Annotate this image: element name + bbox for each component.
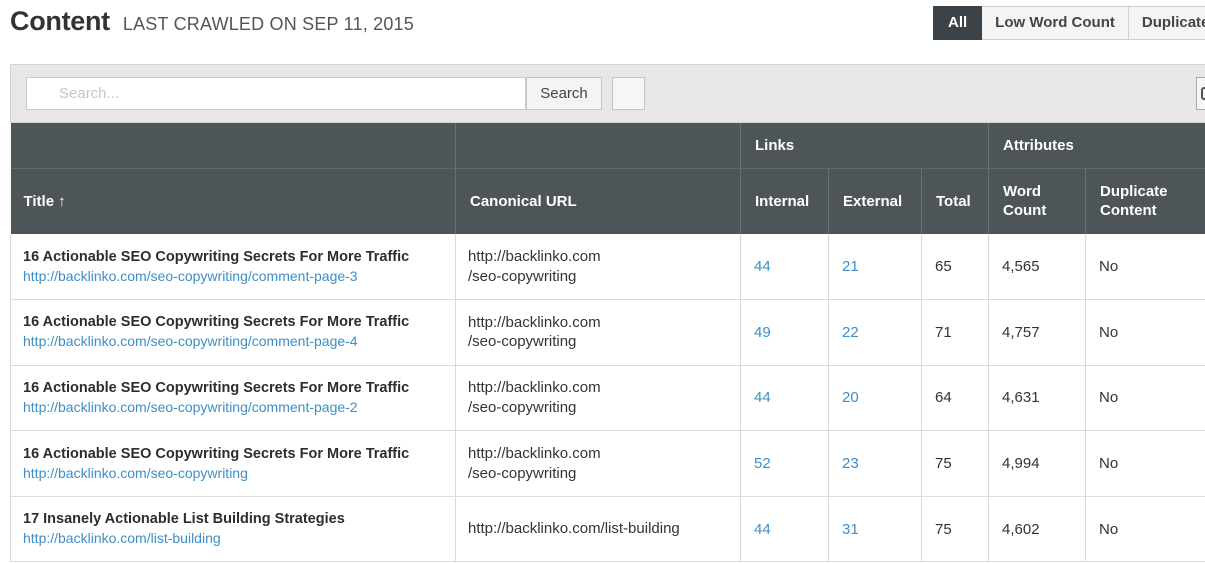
total-links-cell: 65 (921, 234, 989, 301)
total-links-cell: 75 (921, 430, 989, 497)
internal-links-link[interactable]: 44 (754, 389, 771, 406)
table-row: 16 Actionable SEO Copywriting Secrets Fo… (10, 430, 1205, 497)
column-header-title[interactable]: Title ↑ (10, 168, 456, 234)
word-count-cell: 4,994 (988, 430, 1086, 497)
page-title-cell: 16 Actionable SEO Copywriting Secrets Fo… (23, 314, 410, 331)
canonical-url-cell: http://backlinko.com (468, 379, 601, 397)
external-links-link[interactable]: 20 (842, 389, 859, 406)
internal-links-link[interactable]: 49 (754, 324, 771, 341)
table-row: 16 Actionable SEO Copywriting Secrets Fo… (10, 299, 1205, 366)
duplicate-content-cell: No (1085, 365, 1205, 432)
internal-links-link[interactable]: 44 (754, 258, 771, 275)
column-header-internal[interactable]: Internal (740, 168, 829, 234)
export-icon (1201, 87, 1205, 100)
content-table: Links Attributes Title ↑ Canonical URL In… (10, 123, 1205, 563)
page-url-link[interactable]: http://backlinko.com/list-building (23, 529, 455, 548)
page-url-link[interactable]: http://backlinko.com/seo-copywriting/com… (23, 332, 455, 351)
sort-ascending-icon: ↑ (58, 192, 66, 210)
group-header-empty (455, 123, 741, 169)
word-count-cell: 4,631 (988, 365, 1086, 432)
column-header-duplicate-content[interactable]: Duplicate Content (1085, 168, 1205, 234)
last-crawled-label: LAST CRAWLED ON SEP 11, 2015 (122, 14, 414, 34)
filter-tab-all[interactable]: All (933, 6, 983, 40)
page-title-cell: 16 Actionable SEO Copywriting Secrets Fo… (23, 248, 410, 265)
column-title-label: Title (23, 192, 55, 210)
export-button[interactable] (1196, 77, 1205, 110)
canonical-url-cell: /seo-copywriting (468, 267, 577, 285)
word-count-cell: 4,757 (988, 299, 1086, 366)
total-links-cell: 64 (921, 365, 989, 432)
word-count-cell: 4,602 (988, 496, 1086, 563)
group-header-links: Links (740, 123, 989, 169)
page-title-cell: 16 Actionable SEO Copywriting Secrets Fo… (23, 379, 410, 396)
page-url-link[interactable]: http://backlinko.com/seo-copywriting/com… (23, 267, 455, 286)
table-row: 16 Actionable SEO Copywriting Secrets Fo… (10, 365, 1205, 432)
external-links-link[interactable]: 23 (842, 455, 859, 472)
canonical-url-cell: http://backlinko.com (468, 445, 601, 463)
duplicate-content-cell: No (1085, 430, 1205, 497)
filter-tabs: All Low Word Count Duplicate (933, 6, 1205, 40)
internal-links-link[interactable]: 44 (754, 521, 771, 538)
duplicate-content-cell: No (1085, 299, 1205, 366)
total-links-cell: 71 (921, 299, 989, 366)
external-links-link[interactable]: 31 (842, 521, 859, 538)
word-count-cell: 4,565 (988, 234, 1086, 301)
column-header-word-count[interactable]: Word Count (988, 168, 1086, 234)
options-button[interactable] (612, 77, 645, 110)
page-url-link[interactable]: http://backlinko.com/seo-copywriting (23, 464, 455, 483)
search-button[interactable]: Search (526, 77, 602, 110)
page-url-link[interactable]: http://backlinko.com/seo-copywriting/com… (23, 398, 455, 417)
table-row: 17 Insanely Actionable List Building Str… (10, 496, 1205, 563)
canonical-url-cell: http://backlinko.com/list-building (468, 520, 680, 538)
canonical-url-cell: /seo-copywriting (468, 464, 577, 482)
table-toolbar: Search (10, 64, 1205, 123)
filter-tab-low-word-count[interactable]: Low Word Count (982, 6, 1129, 40)
column-header-external[interactable]: External (828, 168, 922, 234)
page-title-cell: 16 Actionable SEO Copywriting Secrets Fo… (23, 445, 410, 462)
group-header-attributes: Attributes (988, 123, 1205, 169)
page-title: Content (10, 6, 110, 36)
search-input[interactable] (26, 77, 526, 110)
canonical-url-cell: http://backlinko.com (468, 313, 601, 331)
total-links-cell: 75 (921, 496, 989, 563)
duplicate-content-cell: No (1085, 234, 1205, 301)
group-header-empty (10, 123, 456, 169)
table-row: 16 Actionable SEO Copywriting Secrets Fo… (10, 234, 1205, 301)
canonical-url-cell: /seo-copywriting (468, 333, 577, 351)
duplicate-content-cell: No (1085, 496, 1205, 563)
filter-tab-duplicate[interactable]: Duplicate (1128, 6, 1205, 40)
external-links-link[interactable]: 21 (842, 258, 859, 275)
canonical-url-cell: /seo-copywriting (468, 398, 577, 416)
internal-links-link[interactable]: 52 (754, 455, 771, 472)
canonical-url-cell: http://backlinko.com (468, 248, 601, 266)
column-header-canonical-url[interactable]: Canonical URL (455, 168, 741, 234)
column-header-total[interactable]: Total (921, 168, 989, 234)
page-title-cell: 17 Insanely Actionable List Building Str… (23, 511, 345, 528)
page-header: Content LAST CRAWLED ON SEP 11, 2015 (10, 6, 414, 42)
external-links-link[interactable]: 22 (842, 324, 859, 341)
